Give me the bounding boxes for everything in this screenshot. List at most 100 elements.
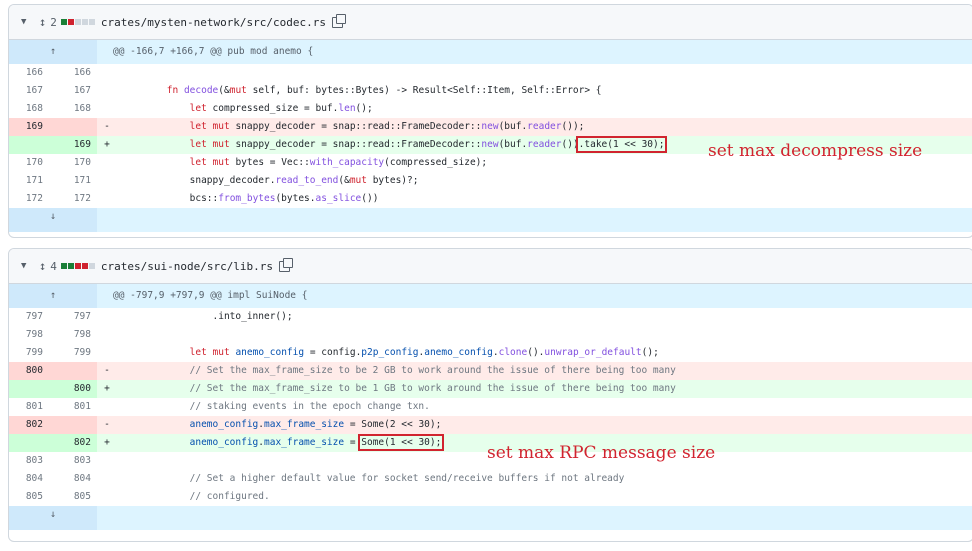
annotation-rpc: set max RPC message size xyxy=(487,443,716,463)
new-line-number[interactable]: 801 xyxy=(49,398,97,416)
new-line-number[interactable]: 803 xyxy=(49,452,97,470)
old-line-number[interactable]: 801 xyxy=(9,398,49,416)
unfold-icon[interactable]: ↕ xyxy=(39,15,46,29)
old-line-number[interactable] xyxy=(9,380,49,398)
code-text: let mut snappy_decoder = snap::read::Fra… xyxy=(189,121,585,132)
file-path[interactable]: crates/sui-node/src/lib.rs xyxy=(101,260,273,273)
code-text: let mut snappy_decoder = snap::read::Fra… xyxy=(189,139,579,150)
chevron-down-icon[interactable]: ▼ xyxy=(21,17,31,27)
new-line-number[interactable]: 172 xyxy=(49,190,97,208)
old-line-number[interactable]: 169 xyxy=(9,118,49,136)
diff-sign: + xyxy=(104,383,110,394)
file-path[interactable]: crates/mysten-network/src/codec.rs xyxy=(101,16,326,29)
chevron-down-icon[interactable]: ▼ xyxy=(21,261,31,271)
deleted-line: 800 - // Set the max_frame_size to be 2 G… xyxy=(9,362,972,380)
old-line-number[interactable]: 172 xyxy=(9,190,49,208)
old-line-number[interactable]: 798 xyxy=(9,326,49,344)
diffstat-square xyxy=(60,19,67,25)
diff-sign: + xyxy=(104,437,110,448)
new-line-number[interactable] xyxy=(49,118,97,136)
annotation-decompress: set max decompress size xyxy=(708,141,923,161)
new-line-number[interactable] xyxy=(49,416,97,434)
copy-icon[interactable] xyxy=(332,13,347,28)
new-line-number[interactable]: 797 xyxy=(49,308,97,326)
unfold-icon[interactable]: ↕ xyxy=(39,259,46,273)
expand-down-icon[interactable]: ↓ xyxy=(9,506,97,530)
diff-sign xyxy=(97,326,117,344)
code-text: anemo_config.max_frame_size = Some(2 << … xyxy=(189,419,442,430)
old-line-number[interactable]: 800 xyxy=(9,362,49,380)
file-header: ▼ ↕ 4 crates/sui-node/src/lib.rs xyxy=(9,249,972,284)
old-line-number[interactable] xyxy=(9,136,49,154)
expand-spacer xyxy=(97,506,972,530)
old-line-number[interactable] xyxy=(9,434,49,452)
new-line-number[interactable]: 802 xyxy=(49,434,97,452)
new-line-number[interactable]: 167 xyxy=(49,82,97,100)
old-line-number[interactable]: 804 xyxy=(9,470,49,488)
diffstat-square xyxy=(67,263,74,269)
hunk-text: @@ -797,9 +797,9 @@ impl SuiNode { xyxy=(113,290,308,301)
new-line-number[interactable]: 166 xyxy=(49,64,97,82)
old-line-number[interactable]: 168 xyxy=(9,100,49,118)
context-line: 798 798 xyxy=(9,326,972,344)
code-line: bcs::from_bytes(bytes.as_slice()) xyxy=(117,190,972,208)
new-line-number[interactable]: 168 xyxy=(49,100,97,118)
diff-sign xyxy=(97,64,117,82)
old-line-number[interactable]: 802 xyxy=(9,416,49,434)
copy-icon[interactable] xyxy=(279,257,294,272)
new-line-number[interactable]: 171 xyxy=(49,172,97,190)
expand-up-icon[interactable]: ↑ xyxy=(9,40,97,64)
hunk-text: @@ -166,7 +166,7 @@ pub mod anemo { xyxy=(113,46,314,57)
new-line-number[interactable]: 798 xyxy=(49,326,97,344)
diffstat-square xyxy=(88,263,95,269)
code-text: anemo_config.max_frame_size = xyxy=(189,437,362,448)
code-line: anemo_config.max_frame_size = Some(2 << … xyxy=(117,416,972,434)
old-line-number[interactable]: 171 xyxy=(9,172,49,190)
code-text: // staking events in the epoch change tx… xyxy=(189,401,430,412)
old-line-number[interactable]: 797 xyxy=(9,308,49,326)
context-line: 168 168 let compressed_size = buf.len(); xyxy=(9,100,972,118)
old-line-number[interactable]: 803 xyxy=(9,452,49,470)
expand-row: ↓ xyxy=(9,208,972,232)
old-line-number[interactable]: 167 xyxy=(9,82,49,100)
expand-up-icon[interactable]: ↑ xyxy=(9,284,97,308)
expand-spacer xyxy=(97,208,972,232)
code-text: bcs::from_bytes(bytes.as_slice()) xyxy=(189,193,379,204)
new-line-number[interactable] xyxy=(49,362,97,380)
code-line: let compressed_size = buf.len(); xyxy=(117,100,972,118)
code-line: // Set the max_frame_size to be 1 GB to … xyxy=(117,380,972,398)
new-line-number[interactable]: 804 xyxy=(49,470,97,488)
diff-sign xyxy=(97,470,117,488)
code-line: // staking events in the epoch change tx… xyxy=(117,398,972,416)
diff-sign xyxy=(97,452,117,470)
new-line-number[interactable]: 170 xyxy=(49,154,97,172)
new-line-number[interactable]: 169 xyxy=(49,136,97,154)
old-line-number[interactable]: 799 xyxy=(9,344,49,362)
diff-sign xyxy=(97,398,117,416)
new-line-number[interactable]: 805 xyxy=(49,488,97,506)
old-line-number[interactable]: 166 xyxy=(9,64,49,82)
old-line-number[interactable]: 805 xyxy=(9,488,49,506)
code-line: // Set the max_frame_size to be 2 GB to … xyxy=(117,362,972,380)
code-line: let mut anemo_config = config.p2p_config… xyxy=(117,344,972,362)
diffstat-square xyxy=(88,19,95,25)
expand-down-icon[interactable]: ↓ xyxy=(9,208,97,232)
code-line: .into_inner(); xyxy=(117,308,972,326)
context-line: 797 797 .into_inner(); xyxy=(9,308,972,326)
context-line: 805 805 // configured. xyxy=(9,488,972,506)
diff-sign xyxy=(97,154,117,172)
code-text: let mut anemo_config = config.p2p_config… xyxy=(189,347,659,358)
code-text: // Set the max_frame_size to be 2 GB to … xyxy=(189,365,676,376)
expand-row: ↓ xyxy=(9,506,972,530)
new-line-number[interactable]: 800 xyxy=(49,380,97,398)
old-line-number[interactable]: 170 xyxy=(9,154,49,172)
code-text: let compressed_size = buf.len(); xyxy=(189,103,373,114)
new-line-number[interactable]: 799 xyxy=(49,344,97,362)
context-line: 172 172 bcs::from_bytes(bytes.as_slice()) xyxy=(9,190,972,208)
